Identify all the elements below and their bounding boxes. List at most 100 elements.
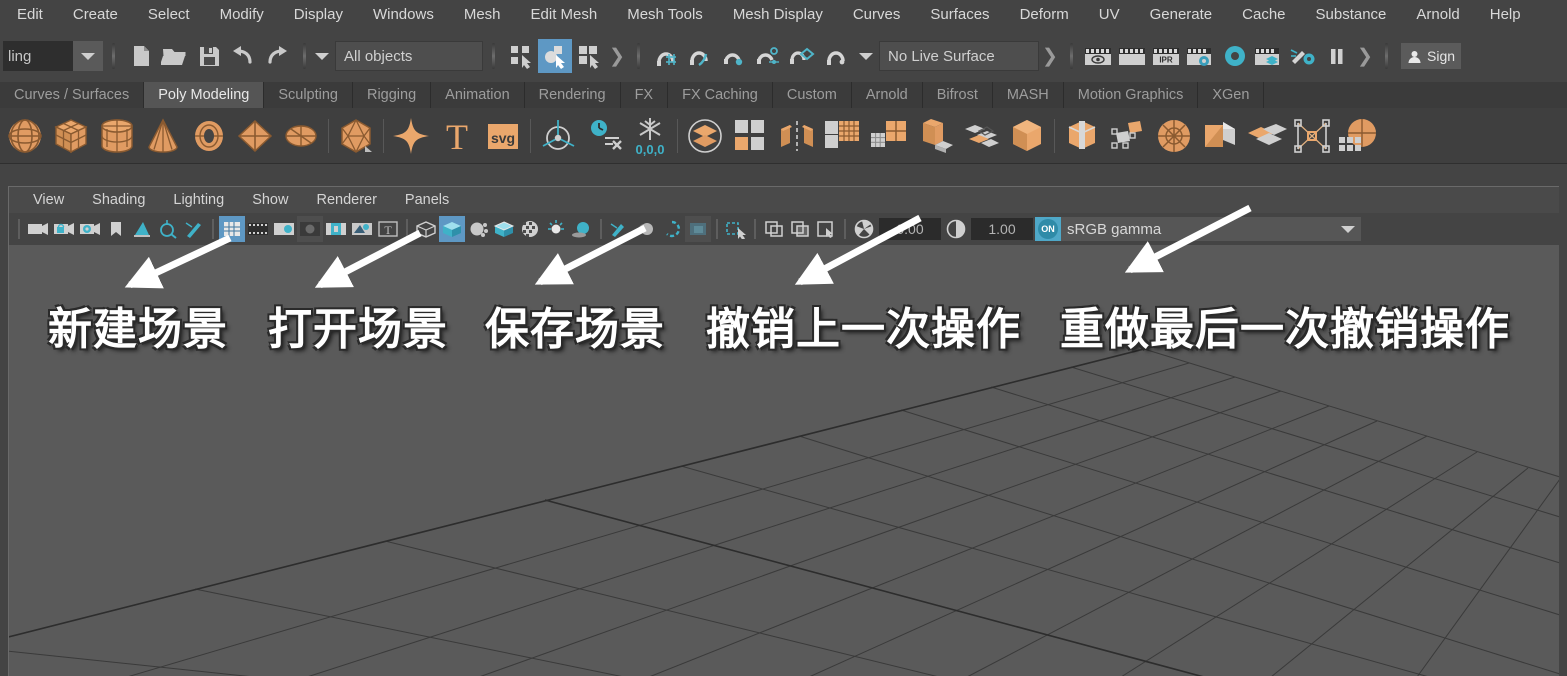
toolbar-separator-6[interactable] xyxy=(1385,43,1388,69)
shelf-tab-custom[interactable]: Custom xyxy=(772,82,852,108)
menu-item-curves[interactable]: Curves xyxy=(838,0,916,30)
poly-extrude-icon[interactable] xyxy=(912,113,958,159)
grid-toggle-icon[interactable] xyxy=(219,216,245,242)
depth-of-field-icon[interactable] xyxy=(685,216,711,242)
snap-to-projected-center-button[interactable] xyxy=(751,39,785,73)
poly-pivot-icon[interactable] xyxy=(535,113,581,159)
poly-target-weld-icon[interactable] xyxy=(1105,113,1151,159)
snap-to-point-button[interactable] xyxy=(717,39,751,73)
menu-item-edit-mesh[interactable]: Edit Mesh xyxy=(516,0,613,30)
poly-mirror-icon[interactable] xyxy=(774,113,820,159)
poly-separate-icon[interactable] xyxy=(728,113,774,159)
grease-pencil-icon[interactable] xyxy=(181,216,207,242)
shelf-tab-arnold[interactable]: Arnold xyxy=(851,82,923,108)
live-surface-field[interactable]: No Live Surface xyxy=(879,41,1039,71)
poly-sphere-icon[interactable] xyxy=(2,113,48,159)
shelf-tab-rendering[interactable]: Rendering xyxy=(524,82,621,108)
undo-button[interactable] xyxy=(226,39,260,73)
shelf-tab-curves-surfaces[interactable]: Curves / Surfaces xyxy=(0,82,145,108)
isolate-select-icon[interactable] xyxy=(723,216,749,242)
open-scene-button[interactable] xyxy=(158,39,192,73)
poly-freeze-transform-icon[interactable]: 0,0,0 xyxy=(627,113,673,159)
toolbar-separator-5[interactable] xyxy=(1070,43,1073,69)
poly-duplicate-face-icon[interactable] xyxy=(1243,113,1289,159)
shelf-tab-fx-caching[interactable]: FX Caching xyxy=(668,82,773,108)
toolbar-separator-4[interactable] xyxy=(637,43,640,69)
select-camera-icon[interactable] xyxy=(25,216,51,242)
snap-to-view-plane-button[interactable] xyxy=(785,39,819,73)
workspace-selector[interactable]: ling xyxy=(3,41,103,71)
redo-button[interactable] xyxy=(260,39,294,73)
selection-mask-dropdown-arrow[interactable] xyxy=(315,52,329,60)
film-gate-icon[interactable] xyxy=(245,216,271,242)
poly-transform-cage-icon[interactable] xyxy=(1289,113,1335,159)
use-all-lights-icon[interactable] xyxy=(543,216,569,242)
gamma-value-field[interactable]: 1.00 xyxy=(971,218,1033,240)
panel-menu-shading[interactable]: Shading xyxy=(78,187,159,213)
poly-reduce-icon[interactable] xyxy=(866,113,912,159)
poly-soft-modification-icon[interactable] xyxy=(388,113,434,159)
select-by-hierarchy-button[interactable] xyxy=(504,39,538,73)
menu-item-modify[interactable]: Modify xyxy=(205,0,279,30)
poly-bake-pivot-icon[interactable] xyxy=(581,113,627,159)
selection-mask-field[interactable]: All objects xyxy=(335,41,483,71)
poly-combine-icon[interactable] xyxy=(682,113,728,159)
poly-plane-icon[interactable] xyxy=(232,113,278,159)
two-d-pan-zoom-icon[interactable] xyxy=(155,216,181,242)
poly-disc-icon[interactable] xyxy=(278,113,324,159)
collapse-selection-group[interactable]: ❯ xyxy=(609,40,625,72)
select-by-component-type-button[interactable] xyxy=(572,39,606,73)
collapse-snap-group[interactable]: ❯ xyxy=(1042,40,1058,72)
wireframe-shading-icon[interactable] xyxy=(413,216,439,242)
poly-cone-icon[interactable] xyxy=(140,113,186,159)
save-scene-button[interactable] xyxy=(192,39,226,73)
bookmark-icon[interactable] xyxy=(103,216,129,242)
poly-cylinder-icon[interactable] xyxy=(94,113,140,159)
poly-append-icon[interactable] xyxy=(1197,113,1243,159)
color-space-dropdown[interactable]: sRGB gamma xyxy=(1061,217,1361,241)
poly-bridge-icon[interactable] xyxy=(958,113,1004,159)
gate-mask-icon[interactable] xyxy=(297,216,323,242)
shelf-tab-poly-modeling[interactable]: Poly Modeling xyxy=(144,82,265,108)
render-layer-editor-button[interactable] xyxy=(1252,39,1286,73)
viewport-3d-scene[interactable] xyxy=(9,245,1559,676)
poly-svg-icon[interactable]: svg xyxy=(480,113,526,159)
exposure-value-field[interactable]: 0.00 xyxy=(879,218,941,240)
pause-viewport-button[interactable] xyxy=(1320,39,1354,73)
lock-camera-icon[interactable] xyxy=(51,216,77,242)
render-view-button[interactable] xyxy=(1082,39,1116,73)
panel-menu-show[interactable]: Show xyxy=(238,187,302,213)
checker-shading-icon[interactable] xyxy=(517,216,543,242)
poly-multicut-icon[interactable] xyxy=(1059,113,1105,159)
xray-icon[interactable] xyxy=(349,216,375,242)
panel-menu-view[interactable]: View xyxy=(19,187,78,213)
panel-menu-panels[interactable]: Panels xyxy=(391,187,463,213)
ipr-render-button[interactable]: IPR xyxy=(1150,39,1184,73)
resolution-gate-icon[interactable] xyxy=(271,216,297,242)
make-live-button[interactable] xyxy=(819,39,853,73)
menu-item-mesh-display[interactable]: Mesh Display xyxy=(718,0,838,30)
poly-circularize-icon[interactable] xyxy=(1151,113,1197,159)
color-management-toggle[interactable]: ON xyxy=(1035,217,1061,241)
aperture-icon[interactable] xyxy=(851,216,877,242)
menu-item-windows[interactable]: Windows xyxy=(358,0,449,30)
collapse-render-group[interactable]: ❯ xyxy=(1357,40,1373,72)
hypershade-button[interactable] xyxy=(1218,39,1252,73)
shadows-icon[interactable] xyxy=(569,216,595,242)
shelf-tab-rigging[interactable]: Rigging xyxy=(352,82,432,108)
render-settings-button[interactable] xyxy=(1184,39,1218,73)
snap-to-grid-button[interactable] xyxy=(649,39,683,73)
screen-space-ao-icon[interactable] xyxy=(607,216,633,242)
poly-platonic-icon[interactable] xyxy=(333,113,379,159)
anti-aliasing-icon[interactable] xyxy=(659,216,685,242)
poly-bevel-icon[interactable] xyxy=(1004,113,1050,159)
shelf-tab-bifrost[interactable]: Bifrost xyxy=(922,82,993,108)
menu-item-mesh[interactable]: Mesh xyxy=(449,0,516,30)
shelf-tab-xgen[interactable]: XGen xyxy=(1198,82,1265,108)
image-plane-icon[interactable] xyxy=(129,216,155,242)
shelf-tab-animation[interactable]: Animation xyxy=(431,82,525,108)
menu-item-display[interactable]: Display xyxy=(279,0,358,30)
poly-sculpt-tool-icon[interactable] xyxy=(1335,113,1381,159)
menu-item-cache[interactable]: Cache xyxy=(1227,0,1300,30)
menu-item-uv[interactable]: UV xyxy=(1084,0,1135,30)
